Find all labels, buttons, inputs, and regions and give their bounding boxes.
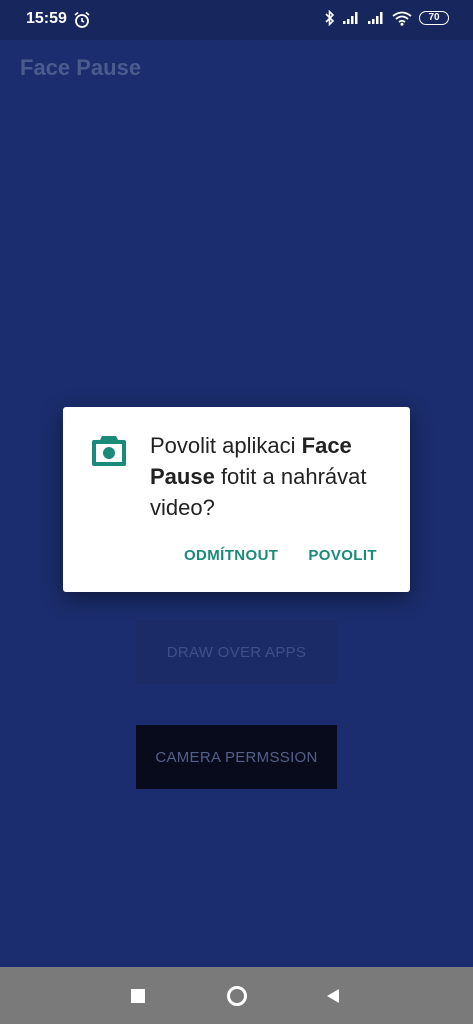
dialog-message-prefix: Povolit aplikaci <box>150 433 302 458</box>
signal-icon <box>368 12 383 24</box>
camera-permission-button[interactable]: CAMERA PERMSSION <box>136 725 337 789</box>
signal-icon <box>343 12 358 24</box>
wifi-icon <box>392 11 412 26</box>
screen: 15:59 70 Face Pause DRAW OVER APPS CAMER… <box>0 0 473 1024</box>
back-icon <box>327 988 339 1003</box>
dialog-message: Povolit aplikaci Face Pause fotit a nahr… <box>150 430 395 523</box>
status-icons: 70 <box>325 10 449 26</box>
status-time: 15:59 <box>26 10 67 27</box>
camera-icon <box>92 436 126 466</box>
status-bar: 15:59 70 <box>0 0 473 40</box>
dialog-actions: ODMÍTNOUT POVOLIT <box>184 547 377 564</box>
draw-over-apps-button[interactable]: DRAW OVER APPS <box>136 620 337 684</box>
deny-button[interactable]: ODMÍTNOUT <box>184 547 278 564</box>
app-title: Face Pause <box>20 55 142 80</box>
home-icon <box>227 985 247 1006</box>
alarm-icon <box>74 11 90 28</box>
recents-button[interactable] <box>131 988 145 1003</box>
nav-bar <box>0 967 473 1024</box>
allow-button[interactable]: POVOLIT <box>308 547 377 564</box>
back-button[interactable] <box>325 988 341 1004</box>
battery-icon: 70 <box>419 11 449 25</box>
recents-icon <box>131 988 145 1003</box>
battery-level: 70 <box>428 12 440 23</box>
bluetooth-icon <box>325 10 335 26</box>
home-button[interactable] <box>226 985 248 1007</box>
permission-dialog: Povolit aplikaci Face Pause fotit a nahr… <box>63 407 410 592</box>
